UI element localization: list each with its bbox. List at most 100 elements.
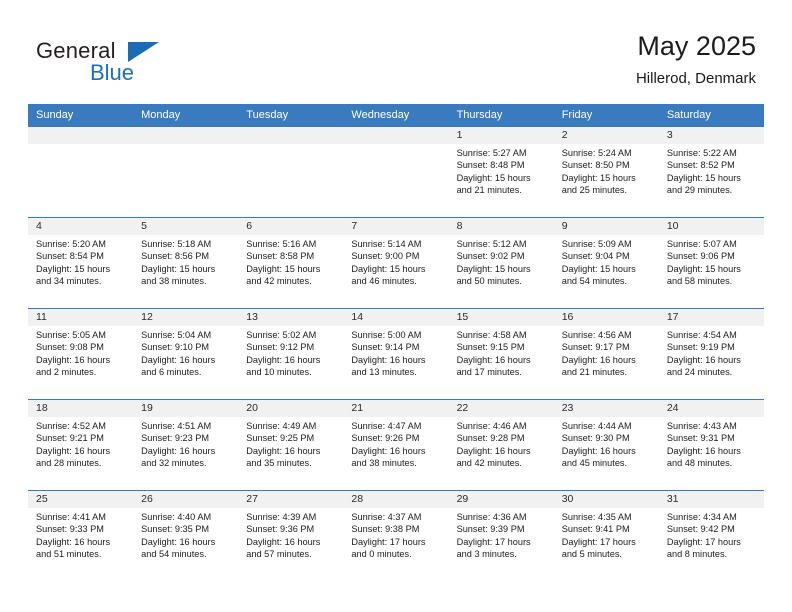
day-cell-inner: 28 Sunrise: 4:37 AM Sunset: 9:38 PM Dayl…	[343, 491, 449, 581]
day-info: Sunrise: 5:12 AM Sunset: 9:02 PM Dayligh…	[449, 235, 554, 288]
sunrise-text: Sunrise: 4:39 AM	[246, 512, 317, 522]
day-cell-inner: 1 Sunrise: 5:27 AM Sunset: 8:48 PM Dayli…	[448, 127, 554, 217]
day-cell-inner: 27 Sunrise: 4:39 AM Sunset: 9:36 PM Dayl…	[238, 491, 344, 581]
day-cell-inner: 2 Sunrise: 5:24 AM Sunset: 8:50 PM Dayli…	[553, 127, 659, 217]
day-cell[interactable]	[28, 126, 134, 218]
general-blue-logo: General Blue	[36, 38, 276, 90]
daylight-text-line1: Daylight: 15 hours	[456, 263, 531, 274]
day-cell[interactable]: 24 Sunrise: 4:43 AM Sunset: 9:31 PM Dayl…	[658, 399, 764, 491]
day-cell[interactable]: 29 Sunrise: 4:36 AM Sunset: 9:39 PM Dayl…	[448, 490, 554, 581]
day-cell[interactable]: 25 Sunrise: 4:41 AM Sunset: 9:33 PM Dayl…	[28, 490, 134, 581]
daylight-text-line1: Daylight: 15 hours	[141, 263, 216, 274]
day-cell-inner: 12 Sunrise: 5:04 AM Sunset: 9:10 PM Dayl…	[133, 309, 239, 399]
sunrise-text: Sunrise: 4:41 AM	[36, 512, 106, 522]
sunset-text: Sunset: 9:28 PM	[456, 433, 525, 444]
daylight-text-line1: Daylight: 16 hours	[141, 445, 216, 456]
sunset-text: Sunset: 9:31 PM	[666, 433, 735, 444]
day-number: 3	[658, 127, 764, 144]
daylight-text-line2: and 13 minutes.	[351, 367, 417, 378]
sunset-text: Sunset: 9:00 PM	[351, 251, 420, 262]
day-cell-inner: 9 Sunrise: 5:09 AM Sunset: 9:04 PM Dayli…	[553, 218, 659, 308]
day-cell[interactable]	[343, 126, 449, 218]
daylight-text-line2: and 38 minutes.	[351, 458, 417, 469]
daylight-text-line1: Daylight: 17 hours	[351, 536, 426, 547]
day-cell[interactable]: 21 Sunrise: 4:47 AM Sunset: 9:26 PM Dayl…	[343, 399, 449, 491]
day-cell[interactable]: 3 Sunrise: 5:22 AM Sunset: 8:52 PM Dayli…	[658, 126, 764, 218]
sunrise-text: Sunrise: 5:24 AM	[561, 148, 632, 158]
day-cell[interactable]: 17 Sunrise: 4:54 AM Sunset: 9:19 PM Dayl…	[658, 308, 764, 400]
day-number: 10	[658, 218, 764, 235]
day-cell[interactable]: 9 Sunrise: 5:09 AM Sunset: 9:04 PM Dayli…	[553, 217, 659, 309]
day-cell[interactable]: 28 Sunrise: 4:37 AM Sunset: 9:38 PM Dayl…	[343, 490, 449, 581]
day-cell-inner: 25 Sunrise: 4:41 AM Sunset: 9:33 PM Dayl…	[28, 491, 134, 581]
sunrise-text: Sunrise: 4:54 AM	[666, 330, 737, 340]
sunset-text: Sunset: 8:58 PM	[246, 251, 315, 262]
day-cell[interactable]	[238, 126, 344, 218]
day-number: 28	[343, 491, 449, 508]
daylight-text-line1: Daylight: 15 hours	[351, 263, 426, 274]
day-number: 6	[238, 218, 344, 235]
day-cell[interactable]: 8 Sunrise: 5:12 AM Sunset: 9:02 PM Dayli…	[448, 217, 554, 309]
day-number: 4	[28, 218, 134, 235]
sunset-text: Sunset: 9:36 PM	[246, 524, 315, 535]
day-cell[interactable]: 19 Sunrise: 4:51 AM Sunset: 9:23 PM Dayl…	[133, 399, 239, 491]
sunset-text: Sunset: 9:04 PM	[561, 251, 630, 262]
day-cell[interactable]: 23 Sunrise: 4:44 AM Sunset: 9:30 PM Dayl…	[553, 399, 659, 491]
daylight-text-line2: and 35 minutes.	[246, 458, 312, 469]
calendar-page: General Blue May 2025 Hillerod, Denmark …	[0, 0, 792, 612]
daylight-text-line2: and 42 minutes.	[246, 276, 312, 287]
day-number: 23	[553, 400, 659, 417]
day-cell[interactable]: 2 Sunrise: 5:24 AM Sunset: 8:50 PM Dayli…	[553, 126, 659, 218]
daylight-text-line2: and 45 minutes.	[561, 458, 628, 469]
day-cell[interactable]: 31 Sunrise: 4:34 AM Sunset: 9:42 PM Dayl…	[658, 490, 764, 581]
day-cell-inner: 18 Sunrise: 4:52 AM Sunset: 9:21 PM Dayl…	[28, 400, 134, 490]
day-number: 25	[28, 491, 134, 508]
sunrise-text: Sunrise: 4:43 AM	[666, 421, 737, 431]
day-cell-inner: 29 Sunrise: 4:36 AM Sunset: 9:39 PM Dayl…	[448, 491, 554, 581]
day-cell[interactable]: 14 Sunrise: 5:00 AM Sunset: 9:14 PM Dayl…	[343, 308, 449, 400]
sunrise-text: Sunrise: 5:07 AM	[666, 239, 737, 249]
sunrise-text: Sunrise: 5:20 AM	[36, 239, 106, 249]
daylight-text-line1: Daylight: 17 hours	[666, 536, 741, 547]
day-cell[interactable]: 30 Sunrise: 4:35 AM Sunset: 9:41 PM Dayl…	[553, 490, 659, 581]
day-info: Sunrise: 5:22 AM Sunset: 8:52 PM Dayligh…	[659, 144, 764, 197]
sunset-text: Sunset: 9:21 PM	[36, 433, 104, 444]
day-cell[interactable]: 16 Sunrise: 4:56 AM Sunset: 9:17 PM Dayl…	[553, 308, 659, 400]
sunset-text: Sunset: 9:42 PM	[666, 524, 735, 535]
weekday-header-friday: Friday	[553, 104, 659, 127]
day-cell[interactable]: 6 Sunrise: 5:16 AM Sunset: 8:58 PM Dayli…	[238, 217, 344, 309]
day-cell[interactable]: 27 Sunrise: 4:39 AM Sunset: 9:36 PM Dayl…	[238, 490, 344, 581]
day-cell[interactable]: 15 Sunrise: 4:58 AM Sunset: 9:15 PM Dayl…	[448, 308, 554, 400]
day-cell[interactable]: 13 Sunrise: 5:02 AM Sunset: 9:12 PM Dayl…	[238, 308, 344, 400]
sunset-text: Sunset: 9:33 PM	[36, 524, 104, 535]
day-cell[interactable]: 12 Sunrise: 5:04 AM Sunset: 9:10 PM Dayl…	[133, 308, 239, 400]
day-cell[interactable]	[133, 126, 239, 218]
day-cell[interactable]: 4 Sunrise: 5:20 AM Sunset: 8:54 PM Dayli…	[28, 217, 134, 309]
daylight-text-line1: Daylight: 16 hours	[456, 445, 531, 456]
day-number: 16	[553, 309, 659, 326]
day-cell[interactable]: 10 Sunrise: 5:07 AM Sunset: 9:06 PM Dayl…	[658, 217, 764, 309]
sunrise-text: Sunrise: 5:18 AM	[141, 239, 212, 249]
day-number: 20	[238, 400, 344, 417]
daylight-text-line2: and 29 minutes.	[666, 185, 733, 196]
day-cell[interactable]: 22 Sunrise: 4:46 AM Sunset: 9:28 PM Dayl…	[448, 399, 554, 491]
day-info: Sunrise: 4:56 AM Sunset: 9:17 PM Dayligh…	[554, 326, 659, 379]
day-cell[interactable]: 7 Sunrise: 5:14 AM Sunset: 9:00 PM Dayli…	[343, 217, 449, 309]
daylight-text-line1: Daylight: 15 hours	[666, 263, 741, 274]
day-cell[interactable]: 20 Sunrise: 4:49 AM Sunset: 9:25 PM Dayl…	[238, 399, 344, 491]
weekday-header-thursday: Thursday	[448, 104, 554, 127]
day-info: Sunrise: 4:43 AM Sunset: 9:31 PM Dayligh…	[659, 417, 764, 470]
daylight-text-line2: and 38 minutes.	[141, 276, 207, 287]
day-cell[interactable]: 11 Sunrise: 5:05 AM Sunset: 9:08 PM Dayl…	[28, 308, 134, 400]
day-cell[interactable]: 1 Sunrise: 5:27 AM Sunset: 8:48 PM Dayli…	[448, 126, 554, 218]
daylight-text-line1: Daylight: 16 hours	[561, 445, 636, 456]
daylight-text-line1: Daylight: 16 hours	[246, 536, 321, 547]
day-info: Sunrise: 5:02 AM Sunset: 9:12 PM Dayligh…	[238, 326, 343, 379]
day-cell[interactable]: 18 Sunrise: 4:52 AM Sunset: 9:21 PM Dayl…	[28, 399, 134, 491]
daylight-text-line1: Daylight: 16 hours	[456, 354, 531, 365]
day-info	[133, 144, 238, 147]
day-cell[interactable]: 26 Sunrise: 4:40 AM Sunset: 9:35 PM Dayl…	[133, 490, 239, 581]
daylight-text-line1: Daylight: 15 hours	[666, 172, 741, 183]
daylight-text-line1: Daylight: 16 hours	[246, 445, 321, 456]
day-cell[interactable]: 5 Sunrise: 5:18 AM Sunset: 8:56 PM Dayli…	[133, 217, 239, 309]
